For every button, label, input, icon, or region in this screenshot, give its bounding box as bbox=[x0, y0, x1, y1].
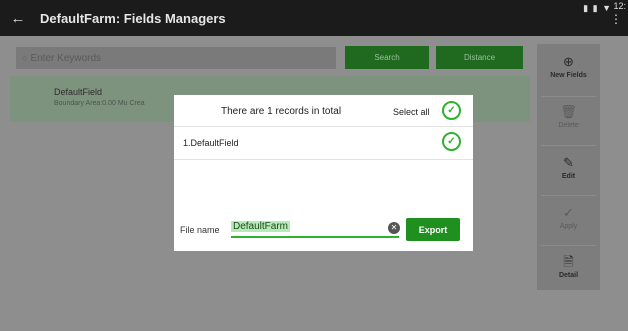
new-fields-label: New Fields bbox=[550, 72, 587, 79]
back-arrow-icon[interactable]: ← bbox=[0, 10, 36, 27]
dialog-title: There are 1 records in total bbox=[221, 106, 342, 117]
export-button[interactable]: Export bbox=[406, 218, 460, 241]
edit-label: Edit bbox=[561, 173, 576, 180]
divider bbox=[541, 96, 596, 97]
clear-icon[interactable]: ✕ bbox=[388, 222, 400, 234]
apply-button[interactable]: ✓ Apply bbox=[537, 199, 600, 245]
select-all-label[interactable]: Select all bbox=[393, 107, 430, 117]
divider bbox=[541, 145, 596, 146]
search-button[interactable]: Search bbox=[345, 46, 429, 69]
divider bbox=[541, 195, 596, 196]
search-placeholder: Enter Keywords bbox=[30, 52, 102, 64]
record-item-label[interactable]: 1.DefaultField bbox=[183, 138, 239, 148]
detail-label: Detail bbox=[558, 272, 579, 279]
select-all-check-icon[interactable]: ✓ bbox=[442, 101, 461, 120]
file-name-field[interactable]: DefaultFarm bbox=[231, 219, 399, 238]
search-input[interactable]: ○ Enter Keywords bbox=[16, 47, 336, 69]
file-name-label: File name bbox=[180, 225, 220, 235]
divider bbox=[174, 126, 473, 127]
apply-label: Apply bbox=[559, 223, 578, 230]
delete-button[interactable]: 🗑 Delete bbox=[537, 98, 600, 144]
new-fields-button[interactable]: ⊕ New Fields bbox=[537, 48, 600, 94]
export-dialog: There are 1 records in total Select all … bbox=[174, 95, 473, 251]
trash-icon: 🗑 bbox=[560, 104, 577, 119]
overflow-menu-icon[interactable]: ⋮ bbox=[610, 13, 622, 25]
divider bbox=[541, 245, 596, 246]
edit-icon: ✎ bbox=[563, 155, 574, 170]
file-name-value[interactable]: DefaultFarm bbox=[231, 221, 291, 232]
field-name: DefaultField bbox=[54, 87, 103, 97]
status-bar-icons: ▮ ▮ ▼ bbox=[583, 3, 612, 13]
edit-button[interactable]: ✎ Edit bbox=[537, 149, 600, 195]
search-icon: ○ bbox=[22, 53, 28, 63]
delete-label: Delete bbox=[558, 122, 579, 129]
document-icon: 🗎 bbox=[563, 254, 574, 269]
divider bbox=[174, 159, 473, 160]
page-title: DefaultFarm: Fields Managers bbox=[40, 10, 226, 26]
app-bar: ← DefaultFarm: Fields Managers ▮ ▮ ▼ 12:… bbox=[0, 0, 628, 36]
record-check-icon[interactable]: ✓ bbox=[442, 132, 461, 151]
detail-button[interactable]: 🗎 Detail bbox=[537, 248, 600, 294]
checkmark-icon: ✓ bbox=[563, 205, 574, 220]
status-time: 12: bbox=[613, 1, 626, 11]
action-panel: ⊕ New Fields 🗑 Delete ✎ Edit ✓ Apply 🗎 D… bbox=[537, 44, 600, 290]
field-detail: Boundary Area:0.00 Mu Crea bbox=[54, 100, 145, 107]
distance-button[interactable]: Distance bbox=[436, 46, 523, 69]
add-circle-icon: ⊕ bbox=[563, 54, 574, 69]
